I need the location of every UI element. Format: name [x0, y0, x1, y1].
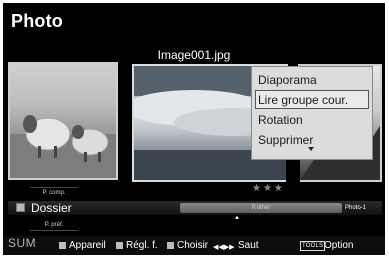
previous-label: P. comp. [30, 187, 78, 198]
menu-item-lire-groupe[interactable]: Lire groupe cour. [255, 90, 369, 109]
yellow-button-icon [116, 242, 123, 249]
current-filename: Image001.jpg [157, 48, 231, 62]
divider [286, 160, 300, 182]
rating-stars: ★★★ [252, 183, 285, 194]
menu-item-rotation[interactable]: Rotation [255, 110, 369, 129]
tools-badge: TOOLS [300, 241, 326, 251]
thumbnail-previous[interactable] [8, 62, 118, 180]
regl-label[interactable]: Régl. f. [126, 239, 158, 252]
choisir-label[interactable]: Choisir [177, 239, 208, 252]
group-label: P.other [251, 205, 271, 211]
photo-index: Photo-1 [345, 205, 367, 211]
menu-item-diaporama[interactable]: Diaporama [255, 70, 369, 89]
page-title: Photo [11, 11, 63, 31]
appareil-label[interactable]: Appareil [69, 239, 106, 252]
option-label[interactable]: Option [324, 239, 353, 252]
option-menu: Diaporama Lire groupe cour. Rotation Sup… [251, 66, 373, 160]
folder-icon [16, 203, 25, 212]
triangle-down-icon[interactable] [308, 147, 314, 151]
triangle-up-icon[interactable]: ▲ [234, 215, 240, 221]
sum-logo: SUM [8, 236, 37, 250]
blue-button-icon [59, 242, 66, 249]
previous-page-label: P. préf. [30, 220, 78, 231]
enter-button-icon [167, 242, 174, 249]
skip-arrows-icon: ◀◀▶▶ [213, 244, 235, 251]
folder-label[interactable]: Dossier [31, 201, 72, 215]
saut-label[interactable]: Saut [238, 239, 259, 252]
sheep-image [10, 115, 116, 178]
